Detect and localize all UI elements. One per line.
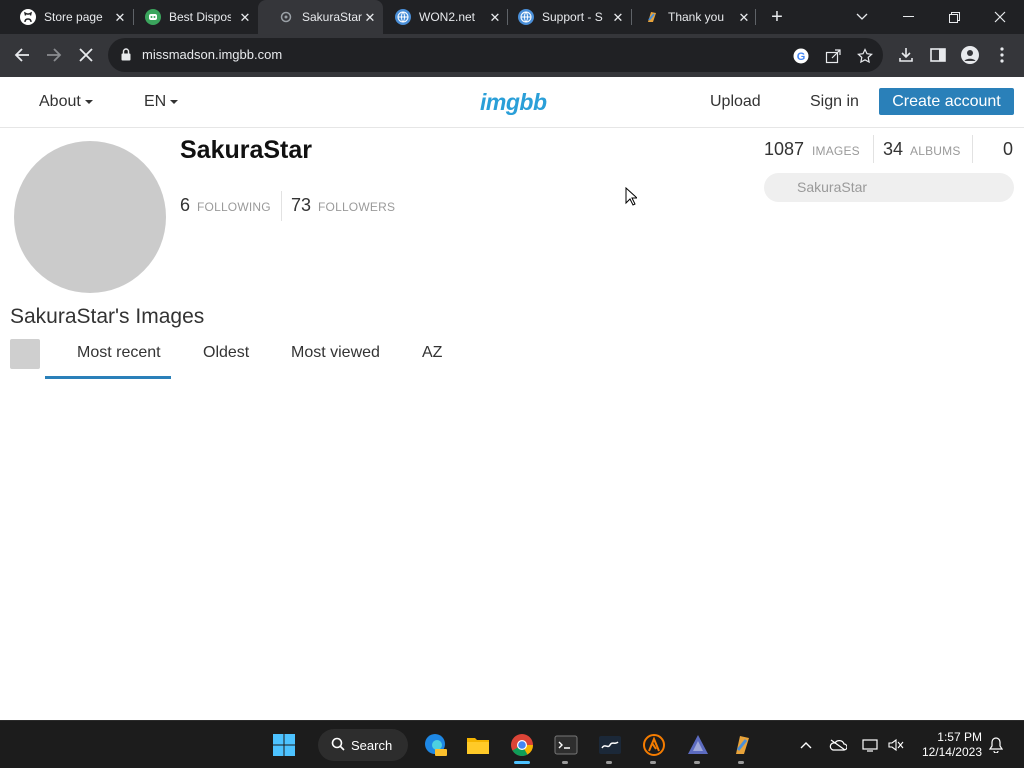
back-button[interactable]: [9, 42, 35, 68]
windows-taskbar: Search 1:57 PM 12/14/2023: [0, 720, 1024, 768]
imgbb-icon: [278, 9, 294, 25]
minimize-button[interactable]: [888, 0, 928, 34]
about-dropdown[interactable]: About: [39, 77, 93, 126]
active-tab-indicator: [45, 376, 171, 379]
tab-title: Support - S: [542, 10, 603, 24]
caret-down-icon: [84, 99, 93, 104]
upload-link[interactable]: Upload: [710, 77, 761, 126]
windows-start-icon[interactable]: [270, 731, 298, 759]
close-icon[interactable]: ✕: [611, 10, 625, 24]
tab-most-recent[interactable]: Most recent: [77, 344, 161, 362]
tab-title: WON2.net: [419, 10, 476, 24]
lock-icon: [121, 48, 131, 66]
about-label: About: [39, 93, 81, 110]
onedrive-icon[interactable]: [828, 735, 848, 755]
albums-count[interactable]: 34: [883, 139, 903, 160]
select-all-checkbox[interactable]: [10, 339, 40, 369]
browser-tab-strip: Store page ✕ Best Dispos ✕ SakuraStar ✕ …: [0, 0, 1024, 34]
bookmark-star-icon[interactable]: [856, 47, 874, 65]
browser-tab[interactable]: Best Dispos ✕: [125, 0, 258, 34]
terminal-icon[interactable]: [552, 731, 580, 759]
forward-button[interactable]: [41, 42, 67, 68]
images-label[interactable]: IMAGES: [812, 144, 860, 158]
google-lens-icon[interactable]: G: [792, 47, 810, 65]
share-icon[interactable]: [824, 47, 842, 65]
chevron-up-icon[interactable]: [796, 735, 816, 755]
svg-text:G: G: [797, 51, 806, 63]
steam-icon[interactable]: [596, 731, 624, 759]
paint-net-icon[interactable]: [728, 731, 756, 759]
gallery-title: SakuraStar's Images: [10, 305, 205, 328]
menu-kebab-icon[interactable]: [992, 45, 1012, 65]
followers-count[interactable]: 73: [291, 195, 311, 216]
profile-avatar-icon[interactable]: [960, 45, 980, 65]
tab-az[interactable]: AZ: [422, 344, 442, 362]
tab-search-chevron-icon[interactable]: [842, 0, 882, 34]
clock-time: 1:57 PM: [937, 730, 982, 744]
tab-title: SakuraStar: [302, 10, 363, 24]
paint-icon: [644, 9, 660, 25]
mouse-cursor-icon: [625, 186, 639, 211]
close-window-button[interactable]: [980, 0, 1020, 34]
language-label: EN: [144, 93, 167, 110]
browser-tab[interactable]: Thank you ✕: [624, 0, 757, 34]
site-header: About EN imgbb Upload Sign in Create acc…: [0, 77, 1024, 128]
following-label[interactable]: FOLLOWING: [197, 200, 271, 214]
github-icon: [20, 9, 36, 25]
create-account-button[interactable]: Create account: [879, 88, 1014, 115]
restore-button[interactable]: [934, 0, 974, 34]
side-panel-icon[interactable]: [928, 45, 948, 65]
browser-tab[interactable]: Support - S ✕: [498, 0, 631, 34]
network-icon[interactable]: [860, 735, 880, 755]
tab-title: Best Dispos: [169, 10, 231, 24]
taskbar-search[interactable]: Search: [318, 729, 408, 761]
half-life-icon[interactable]: [640, 731, 668, 759]
close-icon[interactable]: ✕: [238, 10, 252, 24]
notification-bell-icon[interactable]: [986, 735, 1006, 755]
search-icon: [331, 737, 345, 754]
address-bar[interactable]: missmadson.imgbb.com G: [108, 38, 883, 72]
user-search-input[interactable]: SakuraStar: [764, 173, 1014, 202]
url-text[interactable]: missmadson.imgbb.com: [142, 38, 282, 72]
tab-title: Store page: [44, 10, 103, 24]
browser-tab[interactable]: Store page ✕: [0, 0, 133, 34]
following-count[interactable]: 6: [180, 195, 190, 216]
browser-toolbar: missmadson.imgbb.com G: [0, 34, 1024, 77]
file-explorer-icon[interactable]: [464, 731, 492, 759]
drawing-app-icon[interactable]: [684, 731, 712, 759]
download-icon[interactable]: [896, 45, 916, 65]
stop-loading-button[interactable]: [73, 42, 99, 68]
caret-down-icon: [170, 99, 179, 104]
likes-count[interactable]: 0: [1003, 139, 1013, 160]
chrome-icon[interactable]: [508, 731, 536, 759]
imgbb-logo[interactable]: imgbb: [480, 89, 547, 116]
discord-icon: [145, 9, 161, 25]
language-dropdown[interactable]: EN: [144, 77, 179, 126]
followers-label[interactable]: FOLLOWERS: [318, 200, 395, 214]
close-icon[interactable]: ✕: [737, 10, 751, 24]
taskbar-search-label: Search: [351, 737, 393, 753]
globe-icon: [395, 9, 411, 25]
avatar: [14, 141, 166, 293]
clock-date: 12/14/2023: [921, 745, 982, 759]
albums-label[interactable]: ALBUMS: [910, 144, 961, 158]
edge-preview-icon[interactable]: [421, 731, 449, 759]
new-tab-button[interactable]: +: [766, 6, 788, 28]
steam-globe-icon: [518, 9, 534, 25]
images-count[interactable]: 1087: [764, 139, 804, 160]
volume-muted-icon[interactable]: [886, 735, 906, 755]
browser-tab-active[interactable]: SakuraStar ✕: [258, 0, 383, 34]
tab-title: Thank you: [668, 10, 725, 24]
tab-most-viewed[interactable]: Most viewed: [291, 344, 380, 362]
browser-tab[interactable]: WON2.net ✕: [375, 0, 508, 34]
system-clock[interactable]: 1:57 PM 12/14/2023: [912, 730, 982, 760]
sign-in-link[interactable]: Sign in: [810, 77, 859, 126]
profile-username[interactable]: SakuraStar: [180, 136, 312, 165]
tab-oldest[interactable]: Oldest: [203, 344, 249, 362]
